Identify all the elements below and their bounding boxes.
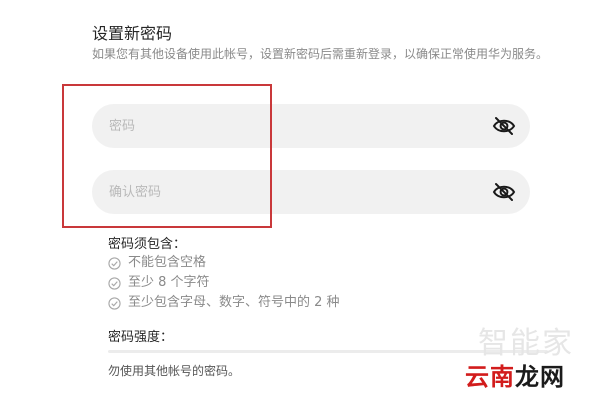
requirement-text: 至少包含字母、数字、符号中的 2 种: [128, 295, 340, 310]
confirm-password-input[interactable]: [92, 170, 472, 214]
password-field: [92, 104, 530, 148]
eye-slash-icon[interactable]: [492, 115, 516, 137]
password-hint: 勿使用其他帐号的密码。: [108, 364, 241, 378]
check-circle-icon: [108, 256, 121, 270]
watermark-part-1: 云南: [465, 363, 515, 391]
requirements-title: 密码须包含：: [108, 237, 187, 252]
requirements-list: 不能包含空格 至少 8 个字符 至少包含字母、数字、符号中的 2 种: [108, 253, 340, 313]
eye-slash-icon[interactable]: [492, 181, 516, 203]
confirm-password-field: [92, 170, 530, 214]
page-title: 设置新密码: [92, 24, 173, 43]
requirement-item: 至少 8 个字符: [108, 273, 340, 293]
requirement-item: 不能包含空格: [108, 253, 340, 273]
page-description: 如果您有其他设备使用此帐号，设置新密码后需重新登录，以确保正常使用华为服务。: [92, 47, 549, 61]
check-circle-icon: [108, 276, 121, 290]
strength-title: 密码强度：: [108, 330, 174, 345]
requirement-text: 至少 8 个字符: [128, 275, 210, 290]
watermark-part-2: 龙网: [515, 363, 565, 391]
watermark-logo: 云南龙网: [465, 357, 565, 392]
requirement-text: 不能包含空格: [128, 255, 207, 270]
requirement-item: 至少包含字母、数字、符号中的 2 种: [108, 293, 340, 313]
check-circle-icon: [108, 296, 121, 310]
password-input[interactable]: [92, 104, 472, 148]
watermark-faded: 智能家: [478, 326, 574, 361]
